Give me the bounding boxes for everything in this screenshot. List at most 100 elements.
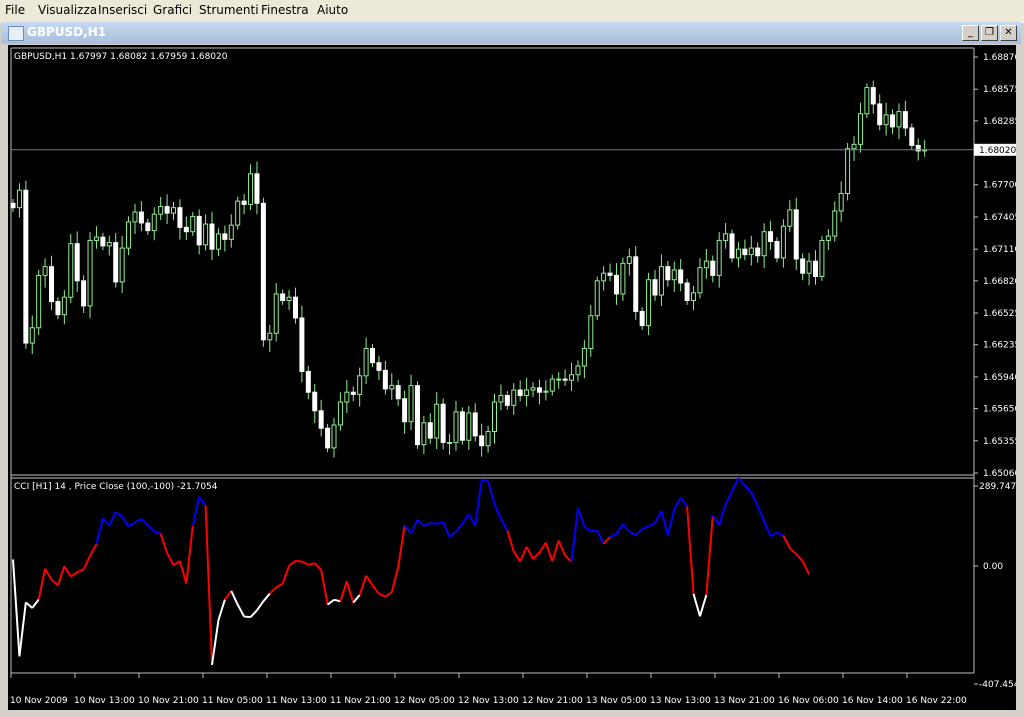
candle-body	[845, 148, 851, 194]
candle-body	[646, 279, 652, 327]
candle-body	[434, 403, 440, 439]
candle-body	[318, 410, 324, 429]
candle-body	[331, 424, 337, 449]
candle-body	[626, 256, 632, 264]
candle-body	[29, 327, 35, 344]
candle-body	[357, 375, 363, 395]
candle-body	[633, 256, 639, 312]
chart-area[interactable]: 1.68870 1.68575 1.68285 1.67700 1.67405 1.671…	[8, 45, 1016, 710]
candle-body	[729, 233, 735, 259]
candle-body	[504, 394, 510, 406]
menu-strumenti[interactable]: Strumenti	[199, 3, 259, 17]
candle-body	[408, 385, 414, 423]
candle-body	[601, 272, 607, 282]
candle-body	[536, 387, 542, 393]
candle-body	[825, 235, 831, 241]
candle-body	[222, 233, 228, 240]
cci-scale-top: 289.7472	[979, 482, 1016, 492]
menu-visualizza[interactable]: Visualizza	[38, 3, 97, 17]
candle-body	[665, 266, 671, 281]
candle-body	[819, 239, 825, 277]
candle-body	[113, 242, 119, 283]
menu-file[interactable]: File	[5, 3, 25, 17]
candle-body	[363, 348, 369, 377]
candle-body	[832, 210, 838, 237]
candle-body	[569, 374, 575, 381]
price-tick-label: 1.65940	[983, 373, 1016, 383]
candle-body	[267, 332, 273, 341]
candle-body	[472, 412, 478, 437]
cci-segment	[244, 615, 251, 619]
time-label: 16 Nov 22:00	[906, 696, 967, 706]
menu-inserisci[interactable]: Inserisci	[98, 3, 147, 17]
menu-bar: File Visualizza Inserisci Grafici Strume…	[0, 0, 1024, 23]
candle-body	[376, 362, 382, 371]
candle-body	[93, 236, 99, 241]
minimize-button[interactable]: _	[962, 25, 979, 41]
candle-body	[864, 87, 870, 115]
restore-button[interactable]: ❐	[981, 25, 998, 41]
candle-body	[81, 280, 87, 307]
candle-body	[549, 378, 555, 392]
candle-body	[735, 248, 741, 259]
candle-body	[543, 390, 549, 393]
candle-body	[877, 103, 883, 126]
candle-body	[909, 127, 915, 146]
cci-segment	[436, 521, 444, 525]
cci-segment	[295, 559, 302, 563]
candle-body	[55, 301, 61, 316]
candle-body	[370, 348, 376, 364]
price-tick-label: 1.67405	[983, 213, 1016, 223]
cci-panel-header: CCI [H1] 14 , Price Close (100,-100) -21…	[14, 482, 218, 492]
price-tick-label: 1.66235	[983, 341, 1016, 351]
time-label: 13 Nov 13:00	[650, 696, 711, 706]
candle-body	[883, 114, 889, 126]
candle-body	[126, 221, 132, 249]
candle-body	[74, 243, 80, 282]
candle-body	[209, 223, 215, 250]
candle-body	[158, 206, 164, 215]
close-button[interactable]: ✕	[1000, 25, 1017, 41]
candle-body	[286, 296, 292, 301]
candle-body	[344, 391, 350, 403]
candle-body	[896, 111, 902, 128]
candle-body	[190, 215, 196, 233]
menu-grafici[interactable]: Grafici	[153, 3, 192, 17]
chart-window-icon	[8, 26, 24, 41]
candle-body	[414, 385, 420, 446]
time-label: 10 Nov 2009	[10, 696, 68, 706]
candle-body	[562, 378, 568, 381]
candle-body	[138, 211, 144, 224]
candle-body	[100, 236, 106, 247]
chart-svg[interactable]: 1.68870 1.68575 1.68285 1.67700 1.67405 1.671…	[8, 45, 1016, 710]
candle-body	[652, 279, 658, 296]
candle-body	[447, 441, 453, 444]
candle-body	[23, 189, 29, 344]
candle-body	[479, 435, 485, 447]
candle-body	[613, 274, 619, 295]
menu-finestra[interactable]: Finestra	[261, 3, 309, 17]
candle-body	[800, 258, 806, 274]
candle-body	[524, 389, 530, 396]
cci-segment	[481, 478, 489, 483]
menu-aiuto[interactable]: Aiuto	[317, 3, 348, 17]
candle-body	[517, 389, 523, 396]
cci-scale-zero: 0.00	[983, 562, 1003, 572]
candle-body	[691, 292, 697, 301]
candle-body	[42, 266, 48, 276]
time-label: 11 Nov 05:00	[202, 696, 263, 706]
cci-segment	[333, 598, 341, 603]
cci-scale-bottom: -407.454	[979, 680, 1016, 690]
candle-body	[851, 143, 857, 150]
time-label: 13 Nov 05:00	[586, 696, 647, 706]
candle-body	[658, 266, 664, 296]
candle-body	[87, 239, 93, 307]
time-label: 12 Nov 21:00	[522, 696, 583, 706]
window-titlebar[interactable]: GBPUSD,H1 _ ❐ ✕	[1, 22, 1021, 44]
candle-body	[710, 260, 716, 276]
candle-body	[768, 231, 774, 243]
price-panel-header: GBPUSD,H1 1.67997 1.68082 1.67959 1.6802…	[14, 52, 228, 62]
candle-body	[492, 401, 497, 433]
time-label: 16 Nov 06:00	[778, 696, 839, 706]
cci-segment	[430, 522, 437, 525]
